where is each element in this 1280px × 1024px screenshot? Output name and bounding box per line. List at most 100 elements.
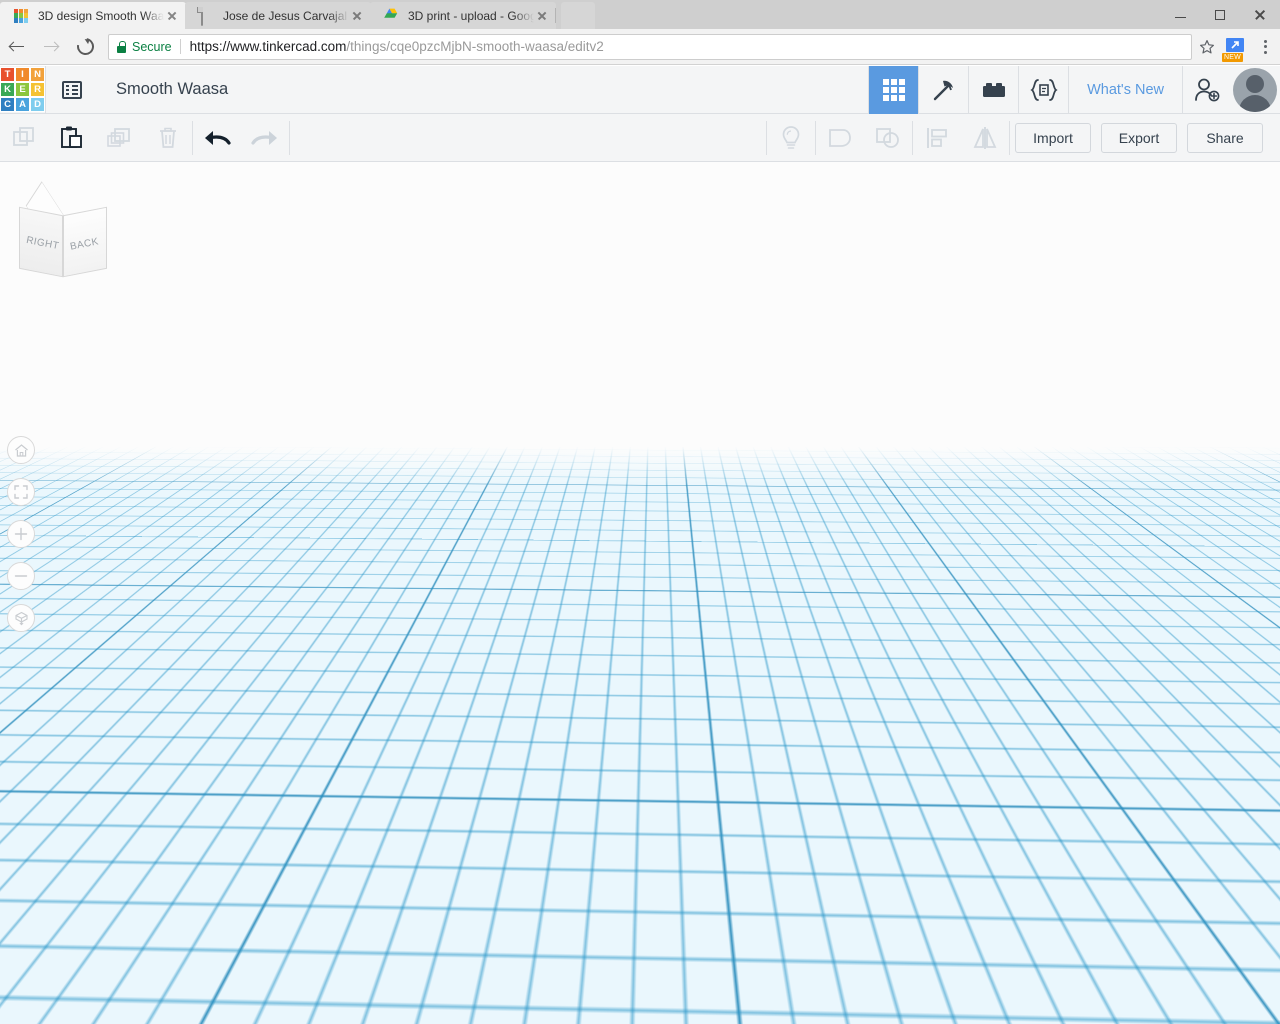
snap-grid-value: 1.0 mm (1208, 993, 1250, 1007)
dome-surface (708, 517, 832, 641)
copy-button[interactable] (0, 114, 48, 162)
share-button[interactable]: Share (1187, 122, 1263, 153)
whats-new-link[interactable]: What's New (1068, 65, 1182, 114)
pickaxe-icon (933, 80, 953, 100)
browser-tab-2[interactable]: Jose de Jesus Carvajal C (185, 2, 371, 29)
ring-inner-cavity (566, 604, 678, 623)
group-button[interactable] (816, 114, 864, 162)
minimize-button[interactable] (1160, 0, 1200, 29)
view-cube[interactable]: RIGHT BACK (18, 181, 110, 278)
forward-button[interactable] (34, 29, 68, 65)
duplicate-icon (107, 127, 130, 147)
chevron-left-icon (1270, 591, 1277, 605)
delete-button[interactable] (144, 114, 192, 162)
workplane[interactable] (0, 162, 1280, 1024)
menu-dot (1263, 50, 1267, 54)
tab-3d-designs[interactable] (868, 65, 919, 114)
logo-tile-a: A (15, 97, 30, 112)
shapes-panel-toggle[interactable] (1266, 565, 1280, 631)
logo-tile-d: D (30, 97, 45, 112)
add-user-icon (1194, 78, 1219, 101)
logo-tile-i: I (15, 67, 30, 82)
maximize-button[interactable] (1200, 0, 1240, 29)
forward-arrow-icon (42, 38, 60, 56)
close-icon[interactable] (164, 8, 180, 24)
duplicate-button[interactable] (96, 114, 144, 162)
chevron-up-icon (1255, 997, 1264, 1003)
snap-grid-select[interactable]: 1.0 mm (1202, 988, 1270, 1012)
browser-tab-3[interactable]: 3D print - upload - Googl (370, 2, 556, 29)
align-button[interactable] (913, 114, 961, 162)
ortho-perspective-toggle[interactable] (7, 604, 35, 632)
back-button[interactable] (0, 29, 34, 65)
star-icon (1200, 39, 1214, 53)
lock-icon (117, 40, 126, 53)
google-drive-icon (384, 8, 400, 24)
favicon-tile (14, 8, 19, 13)
reload-button[interactable] (68, 29, 102, 65)
reload-icon (73, 34, 97, 59)
tab-list: 3D design Smooth Waasa Jose de Jesus Car… (0, 0, 556, 29)
avatar[interactable] (1233, 67, 1277, 112)
url-path: /things/cqe0pzcMjbN-smooth-waasa/editv2 (346, 39, 604, 54)
window-controls (1160, 0, 1280, 29)
cylinder-body (403, 523, 537, 662)
plus-icon (14, 527, 28, 541)
close-icon (1254, 9, 1266, 21)
restore-icon (1215, 9, 1225, 20)
trash-icon (160, 127, 176, 148)
grid-icon (882, 78, 905, 101)
editor-toolbar: Import Export Share (0, 114, 1280, 162)
logo-tile-c: C (0, 97, 15, 112)
zoom-in-button[interactable] (7, 520, 35, 548)
import-button[interactable]: Import (1015, 122, 1091, 153)
export-button[interactable]: Export (1101, 122, 1177, 153)
tab-title: 3D design Smooth Waasa (38, 8, 164, 23)
paste-icon (61, 126, 82, 148)
extension-button[interactable]: NEW (1222, 36, 1246, 62)
new-tab-button[interactable] (561, 2, 595, 29)
mirror-button[interactable] (961, 114, 1009, 162)
tab-title: 3D print - upload - Googl (408, 8, 534, 23)
close-window-button[interactable] (1240, 0, 1280, 29)
document-icon (199, 6, 215, 26)
logo-tile-n: N (30, 67, 45, 82)
ungroup-shapes-icon (876, 127, 899, 148)
fit-to-view-button[interactable] (7, 478, 35, 506)
chrome-menu-button[interactable] (1250, 29, 1280, 65)
redo-button[interactable] (241, 114, 289, 162)
codeblocks-icon (1029, 78, 1058, 101)
tinkercad-icon (14, 8, 30, 24)
lego-brick-icon (982, 82, 1005, 97)
ungroup-button[interactable] (864, 114, 912, 162)
brown-ring[interactable] (549, 600, 695, 658)
menu-dot (1263, 45, 1267, 48)
paste-button[interactable] (48, 114, 96, 162)
favicon-tile (23, 18, 28, 23)
tab-codeblocks[interactable] (1018, 65, 1068, 114)
url-domain: https://www.tinkercad.com (189, 39, 347, 54)
browser-tab-1[interactable]: 3D design Smooth Waasa (0, 2, 186, 29)
hint-button[interactable] (767, 114, 815, 162)
home-view-button[interactable] (7, 436, 35, 464)
add-user-button[interactable] (1182, 65, 1230, 114)
tab-circuits[interactable] (968, 65, 1018, 114)
edit-grid-button[interactable]: Edit Grid (1182, 956, 1270, 980)
page-title: Smooth Waasa (116, 80, 229, 98)
security-label: Secure (132, 39, 172, 54)
zoom-out-button[interactable] (7, 562, 35, 590)
address-bar[interactable]: Secure https://www.tinkercad.com/things/… (108, 33, 1192, 60)
tinkercad-logo[interactable]: TINKERCAD (0, 67, 45, 112)
undo-button[interactable] (193, 114, 241, 162)
divider (289, 120, 290, 155)
tinkercad-header: TINKERCAD Smooth Waasa What's New (0, 65, 1280, 114)
close-icon[interactable] (534, 8, 550, 24)
orange-cylinder[interactable] (403, 517, 537, 662)
gray-dome[interactable] (707, 517, 833, 648)
extension-badge: NEW (1222, 52, 1243, 62)
design-menu-button[interactable] (46, 66, 98, 114)
tab-lessons[interactable] (918, 65, 968, 114)
editor-canvas[interactable]: RIGHT BACK Edit Grid Snap Grid 1.0 mm (0, 162, 1280, 1024)
close-icon[interactable] (349, 8, 365, 24)
bookmark-button[interactable] (1194, 29, 1220, 65)
